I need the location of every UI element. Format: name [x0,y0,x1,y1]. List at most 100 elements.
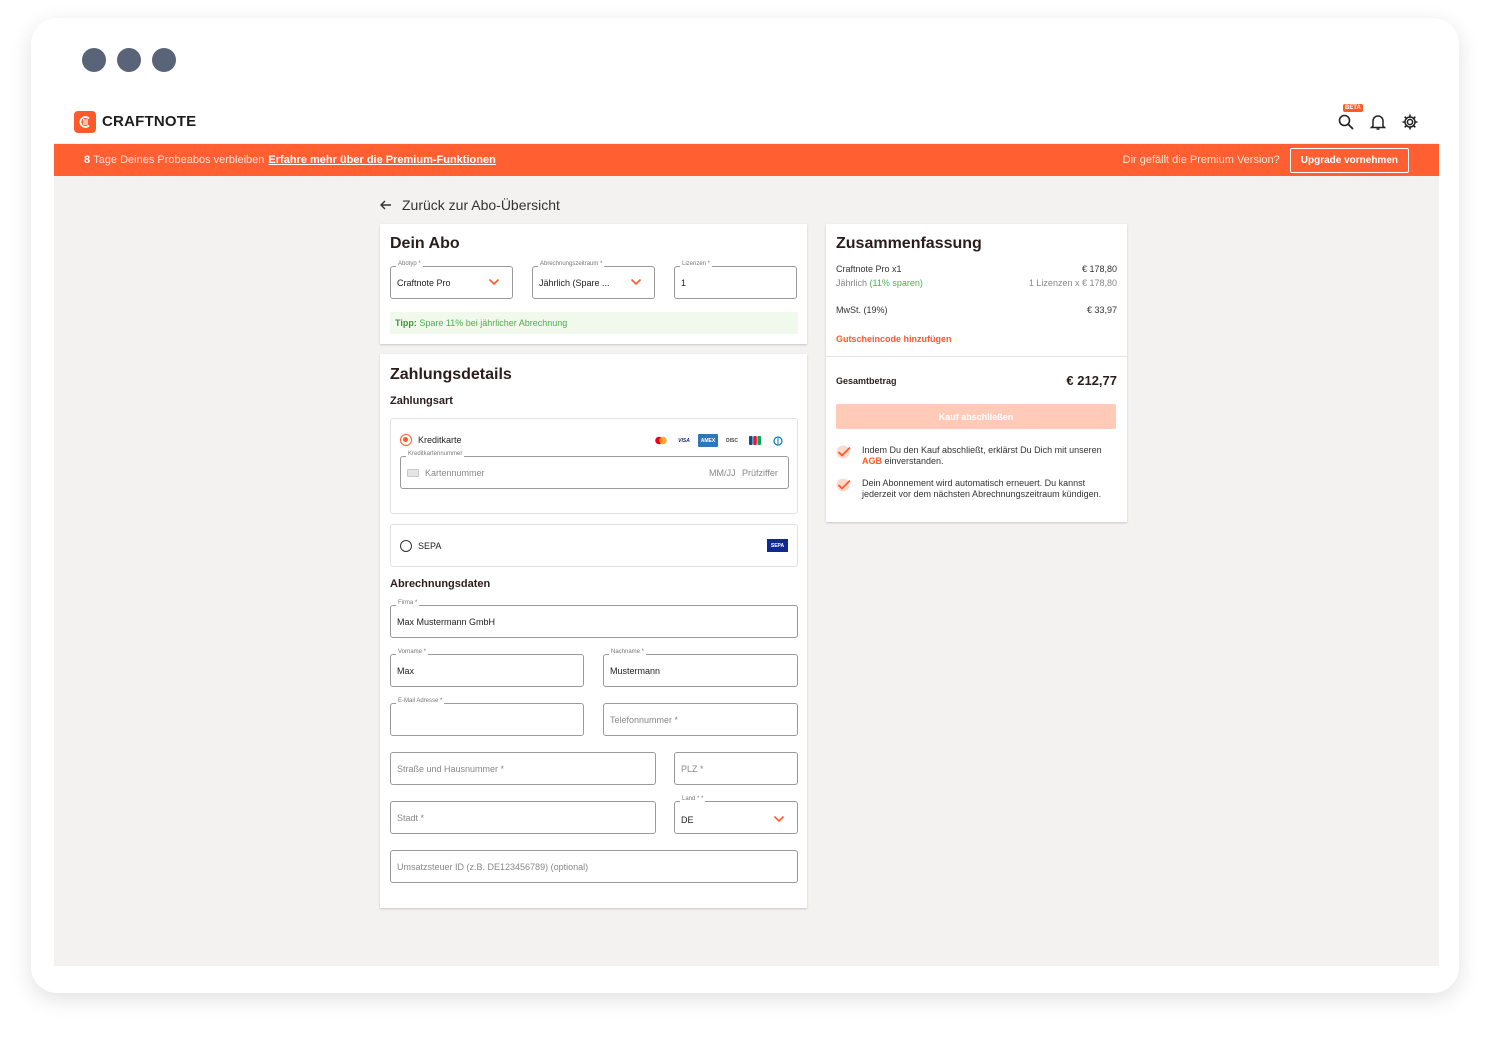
last-name-field[interactable]: Nachname * Mustermann [603,649,798,687]
summary-title: Zusammenfassung [836,235,982,252]
first-name-label: Vorname * [396,649,429,655]
complete-purchase-button[interactable]: Kauf abschließen [836,404,1116,429]
licenses-value: 1 [681,278,687,288]
tax-label: MwSt. (19%) [836,305,888,315]
first-name-field[interactable]: Vorname * Max [390,649,584,687]
phone-field[interactable]: Telefonnummer * [603,703,798,736]
sepa-option[interactable]: SEPA SEPA [390,524,798,567]
sepa-logo-icon: SEPA [767,539,788,552]
phone-placeholder: Telefonnummer * [610,715,679,725]
discover-icon: DISC [726,437,738,444]
vat-id-placeholder: Umsatzsteuer ID (z.B. DE123456789) (opti… [397,862,589,872]
summary-divider [826,356,1127,357]
agb-link[interactable]: AGB [862,456,882,466]
card-icon [407,469,419,477]
billing-cycle-row: Jährlich (11% sparen) 1 Lizenzen x € 178… [836,278,1117,288]
payment-title: Zahlungsdetails [390,366,512,383]
last-name-value: Mustermann [610,666,661,676]
credit-card-radio[interactable] [400,434,412,446]
total-label: Gesamtbetrag [836,375,897,386]
vat-id-field[interactable]: Umsatzsteuer ID (z.B. DE123456789) (opti… [390,850,798,883]
street-field[interactable]: Straße und Hausnummer * [390,752,656,785]
credit-card-number-field[interactable]: Kreditkartennummer Kartennummer MM/JJ Pr… [400,451,789,489]
subscription-card: Dein Abo Abotyp * Craftnote Pro Abrechnu… [380,224,807,344]
licenses-input[interactable]: Lizenzen * 1 [674,261,797,299]
expiry-placeholder: MM/JJ [709,468,736,478]
logo[interactable]: CRAFTNOTE [74,110,197,133]
window-dot[interactable] [82,48,106,72]
tip-text: Spare 11% bei jährlicher Abrechnung [419,318,568,328]
credit-card-option[interactable]: Kreditkarte VISA AMEX DISC Kreditkartenn… [390,418,798,514]
company-field[interactable]: Firma * Max Mustermann GmbH [390,600,798,638]
zip-placeholder: PLZ * [681,764,704,774]
arrow-left-icon [380,200,391,210]
email-field[interactable]: E-Mail Adresse * [390,698,584,736]
total-row: Gesamtbetrag € 212,77 [836,373,1117,388]
trial-text: Tage Deines Probeabos verbleiben [93,154,265,166]
abotyp-label: Abotyp * [396,261,423,267]
credit-card-label: Kreditkarte [418,435,462,445]
renewal-text: Dein Abonnement wird automatisch erneuer… [862,478,1102,499]
last-name-label: Nachname * [609,649,647,655]
chevron-down-icon [773,815,785,823]
tip-label: Tipp: [395,318,417,328]
product-price: € 178,80 [1081,264,1117,274]
bell-icon[interactable] [1369,113,1387,131]
country-value: DE [681,815,694,825]
upgrade-button[interactable]: Upgrade vornehmen [1289,147,1409,173]
licenses-label: Lizenzen * [680,261,713,267]
gear-icon[interactable] [1401,113,1419,131]
company-label: Firma * [396,600,420,606]
back-link[interactable]: Zurück zur Abo-Übersicht [380,197,560,213]
email-label: E-Mail Adresse * [396,698,445,704]
product-row: Craftnote Pro x1 € 178,80 [836,264,1117,274]
zip-field[interactable]: PLZ * [674,752,798,785]
window-dot[interactable] [117,48,141,72]
logo-text: CRAFTNOTE [102,113,197,130]
summary-card: Zusammenfassung Craftnote Pro x1 € 178,8… [826,224,1127,522]
window-dot[interactable] [152,48,176,72]
window-controls [82,48,176,72]
country-label: Land * * [680,796,706,802]
chevron-down-icon [488,278,500,286]
terms-text: Indem Du den Kauf abschließt, erklärst D… [862,445,1102,466]
renewal-check-row: Dein Abonnement wird automatisch erneuer… [836,478,1117,500]
savings-text: (11% sparen) [869,278,923,288]
billing-cycle: Jährlich (11% sparen) [836,278,923,288]
product-name: Craftnote Pro x1 [836,264,902,274]
billing-period-select[interactable]: Abrechnungszeitraum * Jährlich (Spare ..… [532,261,655,299]
premium-question: Dir gefällt die Premium Version? [1122,154,1280,166]
tax-value: € 33,97 [1086,305,1117,315]
tax-row: MwSt. (19%) € 33,97 [836,305,1117,315]
premium-features-link[interactable]: Erfahre mehr über die Premium-Funktionen [268,154,495,166]
payment-card: Zahlungsdetails Zahlungsart Kreditkarte … [380,354,807,908]
beta-badge: BETA [1343,103,1363,112]
sepa-label: SEPA [418,541,442,551]
checkmark-icon [836,445,851,459]
card-logos: VISA AMEX DISC [652,434,787,447]
city-field[interactable]: Stadt * [390,801,656,834]
checkmark-icon [836,478,851,492]
abotyp-value: Craftnote Pro [397,278,451,288]
trial-days: 8 [84,154,91,166]
total-value: € 212,77 [1066,373,1117,388]
voucher-link[interactable]: Gutscheincode hinzufügen [836,334,952,344]
amex-icon: AMEX [698,434,718,447]
back-link-label: Zurück zur Abo-Übersicht [402,197,560,213]
logo-mark-icon [74,110,96,133]
country-select[interactable]: Land * * DE [674,796,798,834]
billing-period-value: Jährlich (Spare ... [539,278,610,288]
jcb-icon [746,435,764,446]
cvc-placeholder: Prüfziffer [742,468,778,478]
billing-period-label: Abrechnungszeitraum * [538,261,605,267]
licenses-detail: 1 Lizenzen x € 178,80 [1028,278,1117,288]
top-bar: CRAFTNOTE BETA [54,100,1439,144]
chevron-down-icon [630,278,642,286]
search-icon[interactable]: BETA [1337,103,1363,131]
diners-icon [769,435,787,446]
subscription-title: Dein Abo [390,235,460,252]
street-placeholder: Straße und Hausnummer * [397,764,505,774]
abotyp-select[interactable]: Abotyp * Craftnote Pro [390,261,513,299]
city-placeholder: Stadt * [397,813,425,823]
sepa-radio[interactable] [400,540,412,552]
